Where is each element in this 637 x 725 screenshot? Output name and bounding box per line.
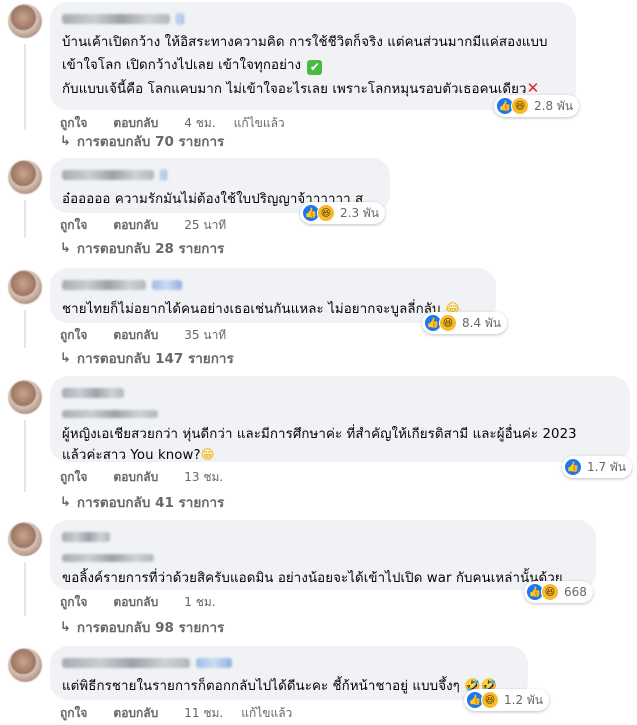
reply-arrow-icon: ↳ bbox=[60, 494, 71, 510]
thread-line bbox=[24, 44, 26, 130]
comment-bubble: ผู้หญิงเอเชียสวยกว่า หุ่นดีกว่า และมีการ… bbox=[50, 376, 630, 463]
commenter-name-redacted[interactable] bbox=[62, 166, 378, 184]
reaction-summary[interactable]: 👍 😆 2.8 พัน bbox=[494, 95, 580, 117]
timestamp[interactable]: 25 นาที bbox=[184, 216, 226, 235]
avatar[interactable] bbox=[8, 648, 42, 682]
like-icon: 👍 bbox=[564, 458, 582, 476]
timestamp[interactable]: 35 นาที bbox=[184, 326, 226, 345]
comment-actions: ถูกใจ ตอบกลับ 11 ชม. แก้ไขแล้ว bbox=[60, 704, 318, 723]
view-replies[interactable]: ↳ การตอบกลับ 98 รายการ bbox=[60, 616, 224, 638]
comment-text: แต่พิธีกรชายในรายการก็ตอกกลับไปได้ดีนะคะ… bbox=[62, 679, 498, 694]
reply-link[interactable]: ตอบกลับ bbox=[113, 468, 158, 487]
comment-text: ผู้หญิงเอเชียสวยกว่า หุ่นดีกว่า และมีการ… bbox=[62, 427, 577, 463]
view-replies[interactable]: ↳ การตอบกลับ 28 รายการ bbox=[60, 237, 224, 259]
edited-label: แก้ไขแล้ว bbox=[233, 116, 285, 130]
comment-text: บ้านเค้าเปิดกว้าง ให้อิสระทางความคิด การ… bbox=[62, 35, 548, 97]
comment-text: ขอลิ้งค์รายการที่ว่าด้วยสิครับแอดมิน อย่… bbox=[62, 571, 563, 586]
reply-link[interactable]: ตอบกลับ bbox=[113, 326, 158, 345]
reaction-summary[interactable]: 👍 😆 2.3 พัน bbox=[300, 202, 386, 224]
commenter-name-redacted[interactable] bbox=[62, 384, 618, 402]
comment-bubble: ขอลิ้งค์รายการที่ว่าด้วยสิครับแอดมิน อย่… bbox=[50, 520, 596, 590]
commenter-subtitle-redacted bbox=[62, 549, 584, 567]
comment-actions: ถูกใจ ตอบกลับ 1 ชม. bbox=[60, 593, 234, 612]
like-link[interactable]: ถูกใจ bbox=[60, 326, 87, 345]
avatar[interactable] bbox=[8, 522, 42, 556]
edited-label: แก้ไขแล้ว bbox=[241, 706, 293, 720]
like-link[interactable]: ถูกใจ bbox=[60, 704, 87, 723]
haha-icon: 😆 bbox=[481, 691, 499, 709]
comment-bubble: บ้านเค้าเปิดกว้าง ให้อิสระทางความคิด การ… bbox=[50, 2, 576, 110]
comment-text: ชายไทยก็ไม่อยากได้คนอย่างเธอเช่นกันแหละ … bbox=[62, 302, 461, 317]
view-replies[interactable]: ↳ การตอบกลับ 147 รายการ bbox=[60, 347, 234, 369]
avatar[interactable] bbox=[8, 270, 42, 304]
timestamp[interactable]: 1 ชม. bbox=[184, 593, 215, 612]
like-link[interactable]: ถูกใจ bbox=[60, 216, 87, 235]
avatar[interactable] bbox=[8, 160, 42, 194]
reply-link[interactable]: ตอบกลับ bbox=[113, 704, 158, 723]
grimacing-emoji-icon: 😁 bbox=[200, 448, 215, 463]
commenter-name-redacted[interactable] bbox=[62, 10, 564, 28]
comment-actions: ถูกใจ ตอบกลับ 25 นาที bbox=[60, 216, 244, 235]
commenter-name-redacted[interactable] bbox=[62, 528, 584, 546]
like-link[interactable]: ถูกใจ bbox=[60, 593, 87, 612]
view-replies[interactable]: ↳ การตอบกลับ 41 รายการ bbox=[60, 491, 224, 513]
haha-icon: 😆 bbox=[317, 204, 335, 222]
commenter-subtitle-redacted bbox=[62, 405, 618, 423]
reaction-summary[interactable]: 👍 1.7 พัน bbox=[562, 456, 633, 478]
check-mark-icon: ✔ bbox=[307, 60, 323, 75]
timestamp[interactable]: 13 ชม. bbox=[184, 468, 223, 487]
haha-icon: 😆 bbox=[511, 97, 529, 115]
reply-link[interactable]: ตอบกลับ bbox=[113, 216, 158, 235]
thread-line bbox=[24, 420, 26, 492]
view-replies[interactable]: ↳ การตอบกลับ 70 รายการ bbox=[60, 130, 224, 152]
avatar[interactable] bbox=[8, 380, 42, 414]
avatar[interactable] bbox=[8, 4, 42, 38]
comment-actions: ถูกใจ ตอบกลับ 35 นาที bbox=[60, 326, 244, 345]
thread-line bbox=[24, 200, 26, 238]
commenter-name-redacted[interactable] bbox=[62, 276, 484, 294]
reply-link[interactable]: ตอบกลับ bbox=[113, 593, 158, 612]
commenter-name-redacted[interactable] bbox=[62, 654, 516, 672]
reply-arrow-icon: ↳ bbox=[60, 350, 71, 366]
reply-arrow-icon: ↳ bbox=[60, 240, 71, 256]
haha-icon: 😆 bbox=[439, 314, 457, 332]
reply-arrow-icon: ↳ bbox=[60, 133, 71, 149]
reaction-summary[interactable]: 👍 😆 668 bbox=[524, 581, 593, 603]
reply-arrow-icon: ↳ bbox=[60, 619, 71, 635]
comment-bubble: แต่พิธีกรชายในรายการก็ตอกกลับไปได้ดีนะคะ… bbox=[50, 646, 528, 700]
reaction-summary[interactable]: 👍 😆 1.2 พัน bbox=[464, 689, 550, 711]
comment-actions: ถูกใจ ตอบกลับ 13 ชม. bbox=[60, 468, 241, 487]
haha-icon: 😆 bbox=[541, 583, 559, 601]
thread-line bbox=[24, 310, 26, 348]
timestamp[interactable]: 11 ชม. bbox=[184, 704, 223, 723]
reaction-summary[interactable]: 👍 😆 8.4 พัน bbox=[422, 312, 508, 334]
thread-line bbox=[24, 562, 26, 616]
like-link[interactable]: ถูกใจ bbox=[60, 468, 87, 487]
